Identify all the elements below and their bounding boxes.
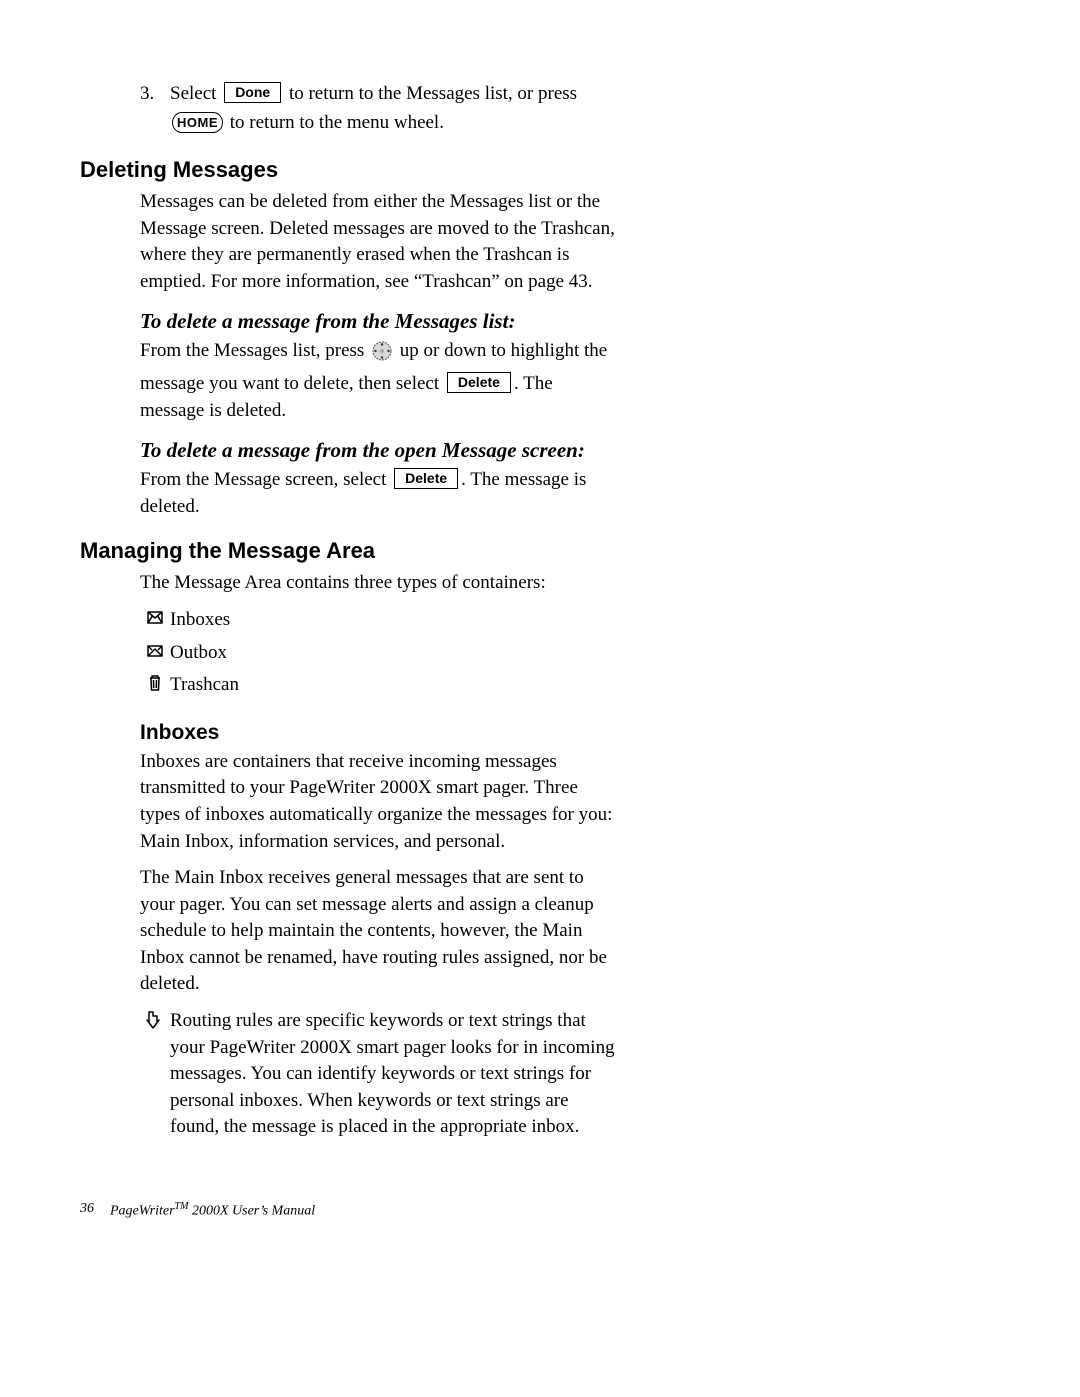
step-3: 3. Select Done to return to the Messages… — [140, 80, 990, 137]
deleting-paragraph: Messages can be deleted from either the … — [140, 189, 620, 295]
footer-title-a: PageWriter — [110, 1204, 175, 1219]
footer-title: PageWriterTM 2000X User’s Manual — [110, 1201, 315, 1220]
heading-inboxes: Inboxes — [140, 721, 990, 745]
note-pointer-icon — [140, 1008, 170, 1030]
done-button-graphic: Done — [224, 82, 281, 103]
item-label: Inboxes — [170, 607, 230, 634]
page-footer: 36 PageWriterTM 2000X User’s Manual — [80, 1201, 990, 1220]
heading-managing-message-area: Managing the Message Area — [80, 538, 990, 564]
container-item-inboxes: Inboxes — [140, 607, 990, 634]
inboxes-para-1: Inboxes are containers that receive inco… — [140, 749, 620, 855]
text: From the Messages list, press — [140, 340, 369, 361]
heading-delete-from-list: To delete a message from the Messages li… — [140, 309, 600, 334]
step-number: 3. — [140, 80, 170, 137]
item-label: Trashcan — [170, 672, 239, 699]
container-item-trashcan: Trashcan — [140, 672, 990, 699]
heading-deleting-messages: Deleting Messages — [80, 157, 990, 183]
delete-button-graphic: Delete — [394, 468, 458, 489]
note-text: Routing rules are specific keywords or t… — [170, 1008, 620, 1141]
delete-from-screen-paragraph: From the Message screen, select Delete. … — [140, 467, 620, 520]
page-number: 36 — [80, 1201, 94, 1220]
step-text: Select — [170, 83, 221, 104]
outbox-icon — [140, 640, 170, 658]
container-item-outbox: Outbox — [140, 640, 990, 667]
step-text: to return to the Messages list, or press — [284, 83, 577, 104]
step-body: Select Done to return to the Messages li… — [170, 80, 590, 137]
home-button-graphic: HOME — [172, 112, 223, 134]
delete-from-list-paragraph: From the Messages list, press up or down… — [140, 338, 620, 424]
dpad-icon — [371, 340, 393, 371]
managing-intro: The Message Area contains three types of… — [140, 570, 620, 597]
trashcan-icon — [140, 672, 170, 692]
inboxes-para-2: The Main Inbox receives general messages… — [140, 865, 620, 998]
footer-title-b: 2000X User’s Manual — [188, 1204, 315, 1219]
item-label: Outbox — [170, 640, 227, 667]
manual-page: 3. Select Done to return to the Messages… — [0, 0, 1080, 1280]
step-text: to return to the menu wheel. — [225, 112, 444, 133]
heading-delete-from-screen: To delete a message from the open Messag… — [140, 438, 600, 463]
text: From the Message screen, select — [140, 469, 391, 490]
delete-button-graphic: Delete — [447, 372, 511, 393]
trademark: TM — [175, 1201, 189, 1212]
routing-rules-note: Routing rules are specific keywords or t… — [140, 1008, 990, 1141]
inbox-icon — [140, 607, 170, 625]
